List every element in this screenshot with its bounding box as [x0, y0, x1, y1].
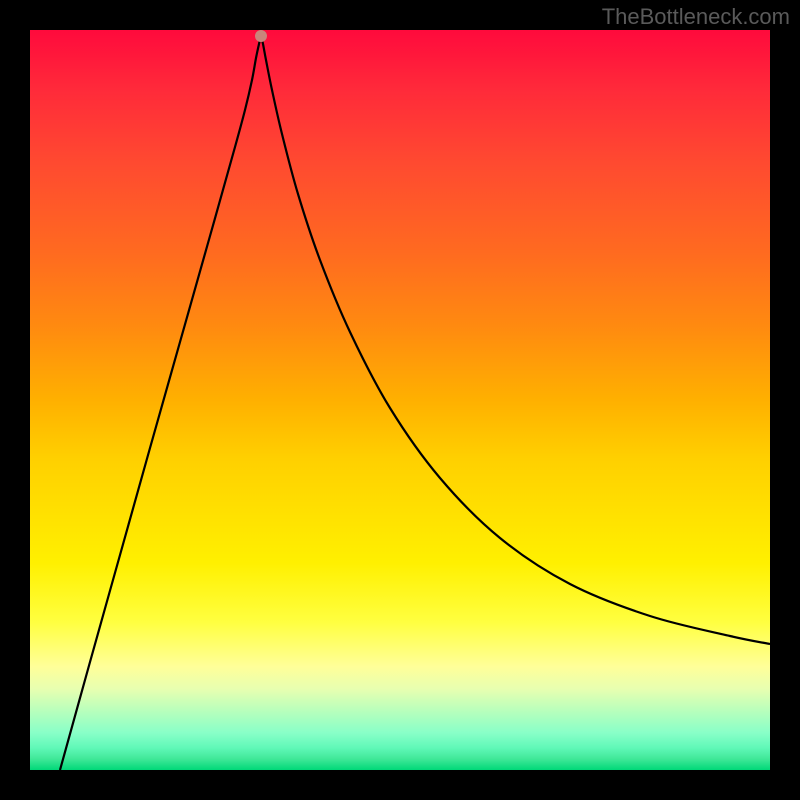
optimal-point-marker	[255, 30, 267, 42]
bottleneck-curve	[60, 36, 770, 770]
watermark-text: TheBottleneck.com	[602, 4, 790, 30]
chart-curve-layer	[30, 30, 770, 770]
chart-plot-area	[30, 30, 770, 770]
